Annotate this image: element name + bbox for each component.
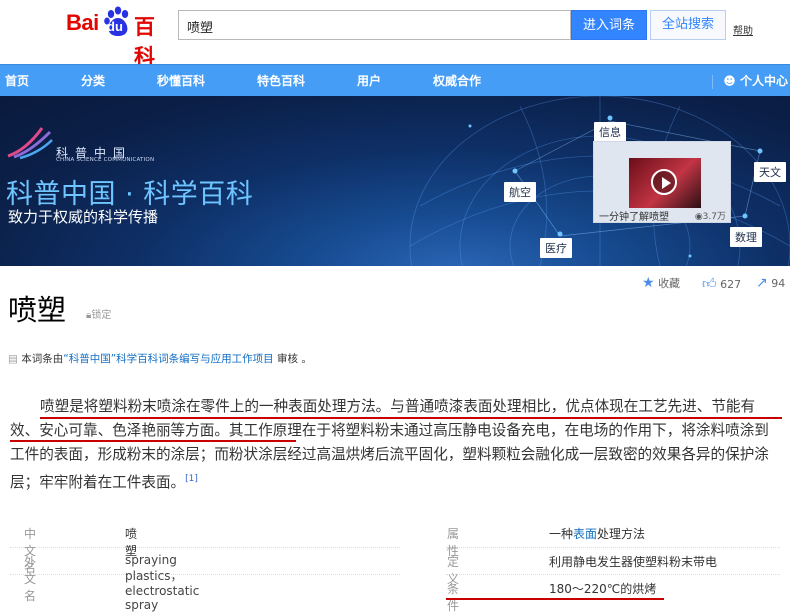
thumbs-up-icon: 👍︎	[702, 276, 717, 292]
china-science-logo-icon	[7, 127, 53, 160]
info-key: 外文名	[24, 555, 37, 603]
highlight-underline	[40, 417, 782, 419]
video-views: ◉3.7万	[694, 212, 726, 222]
eye-icon: ◉	[694, 212, 703, 222]
like-button[interactable]: 👍︎ 627	[702, 275, 741, 292]
nav-item-home[interactable]: 首页	[5, 65, 29, 97]
nav-item-authority[interactable]: 权威合作	[433, 65, 481, 97]
reference-link[interactable]: [1]	[185, 474, 198, 484]
review-notice: ▤ 本词条由“科普中国”科学百科词条编写与应用工作项目 审核 。	[8, 353, 312, 365]
org-name-en: CHINA SCIENCE COMMUNICATION	[56, 157, 155, 163]
video-thumbnail	[629, 158, 701, 208]
logo-baike-text: 百科	[134, 15, 155, 69]
like-count: 627	[720, 278, 742, 291]
video-card[interactable]: 一分钟了解喷塑 ◉3.7万	[593, 141, 731, 223]
header: Bai du 百科 喷塑 进入词条 全站搜索 帮助	[0, 0, 790, 69]
row-divider	[10, 547, 400, 548]
summary-paragraph: 喷塑是将塑料粉末喷涂在零件上的一种表面处理方法。与普通喷漆表面处理相比，优点体现…	[10, 395, 780, 495]
row-divider	[10, 574, 400, 575]
row-divider	[446, 547, 780, 548]
banner-subtitle: 致力于权威的科学传播	[8, 208, 159, 226]
info-value: 180～220℃的烘烤	[549, 582, 657, 596]
highlight-underline	[446, 598, 664, 600]
share-count: 94	[771, 277, 786, 290]
tag-aviation[interactable]: 航空	[504, 182, 536, 202]
search-input[interactable]: 喷塑	[178, 10, 571, 40]
highlight-underline	[10, 440, 296, 442]
nav-item-users[interactable]: 用户	[357, 65, 381, 97]
info-key: 条 件	[447, 582, 472, 613]
user-center-link[interactable]: ☻ 个人中心	[712, 65, 788, 97]
nav-divider	[712, 74, 714, 89]
summary-text: 喷塑是将塑料粉末喷涂在零件上的一种表面处理方法。与普通喷漆表面处理相比，优点体现…	[10, 398, 769, 491]
nav-item-video[interactable]: 秒懂百科	[157, 65, 205, 97]
info-value: 利用静电发生器使塑料粉末带电	[549, 555, 718, 569]
science-banner[interactable]: 科普中国 CHINA SCIENCE COMMUNICATION 科普中国 · …	[0, 96, 790, 266]
logo-du-text: du	[107, 19, 123, 34]
nav-item-category[interactable]: 分类	[81, 65, 105, 97]
document-icon: ▤	[8, 353, 18, 365]
lock-status: 🔒︎锁定	[86, 310, 112, 321]
video-title: 一分钟了解喷塑	[599, 212, 669, 223]
tag-astronomy[interactable]: 天文	[754, 162, 786, 182]
site-search-button[interactable]: 全站搜索	[650, 10, 726, 40]
star-icon: ★	[642, 275, 655, 291]
collect-button[interactable]: ★ 收藏	[642, 275, 680, 291]
play-icon[interactable]	[651, 169, 677, 195]
collect-label: 收藏	[658, 277, 681, 290]
page-title: 喷塑	[8, 293, 67, 327]
tag-medical[interactable]: 医疗	[540, 238, 572, 258]
main-nav: 首页 分类 秒懂百科 特色百科 用户 权威合作 ☻ 个人中心	[0, 64, 790, 96]
review-project-link[interactable]: “科普中国”科学百科词条编写与应用工作项目	[63, 353, 273, 365]
share-button[interactable]: ↗ 94	[756, 275, 785, 291]
row-divider	[446, 574, 780, 575]
logo-bai-text: Bai	[66, 10, 99, 35]
user-center-label: 个人中心	[739, 74, 788, 88]
share-icon: ↗	[756, 275, 768, 291]
enter-lemma-button[interactable]: 进入词条	[571, 10, 647, 40]
tag-info[interactable]: 信息	[594, 122, 626, 142]
nav-item-featured[interactable]: 特色百科	[257, 65, 305, 97]
help-link[interactable]: 帮助	[733, 22, 753, 37]
info-value: 一种表面处理方法	[549, 527, 646, 541]
tag-math[interactable]: 数理	[730, 227, 762, 247]
surface-link[interactable]: 表面	[573, 527, 597, 541]
user-icon: ☻	[723, 74, 736, 88]
info-value: spraying plastics，electrostatic spray	[125, 553, 200, 612]
baidu-baike-logo[interactable]: Bai du 百科	[66, 6, 172, 69]
